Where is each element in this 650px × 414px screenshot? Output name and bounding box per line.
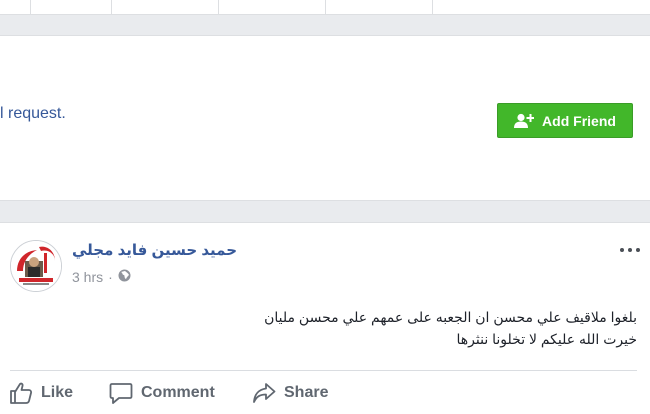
- tab-divider: [30, 0, 31, 14]
- avatar[interactable]: [10, 240, 62, 292]
- add-friend-icon: [514, 113, 535, 129]
- share-icon: [252, 382, 276, 404]
- friend-request-text: l request.: [0, 105, 66, 122]
- comment-icon: [109, 382, 133, 404]
- post-body-line: خيرت الله عليكم لا تخلونا ننثرها: [456, 331, 637, 347]
- action-divider: [10, 370, 637, 371]
- like-label: Like: [41, 384, 74, 401]
- post-options-button[interactable]: [620, 246, 640, 254]
- thumbs-up-icon: [9, 382, 33, 404]
- share-button[interactable]: Share: [252, 380, 328, 406]
- comment-button[interactable]: Comment: [109, 380, 215, 406]
- tab-divider: [432, 0, 433, 14]
- friend-request-card: [0, 82, 650, 201]
- tab-divider: [218, 0, 219, 14]
- profile-tab-strip: [0, 0, 650, 15]
- options-dot: [636, 248, 640, 252]
- dot-separator: ·: [108, 269, 113, 285]
- post-body: بلغوا ملاقيف علي محسن ان الجعبه على عمهم…: [17, 306, 637, 350]
- comment-label: Comment: [141, 384, 215, 401]
- post-author-name[interactable]: حميد حسين فايد مجلي: [72, 241, 237, 259]
- options-dot: [620, 248, 624, 252]
- add-friend-button[interactable]: Add Friend: [497, 103, 633, 138]
- tab-divider: [325, 0, 326, 14]
- globe-icon[interactable]: [118, 269, 131, 285]
- options-dot: [628, 248, 632, 252]
- add-friend-label: Add Friend: [542, 112, 616, 129]
- post-meta: 3 hrs ·: [72, 269, 131, 285]
- tab-divider: [111, 0, 112, 14]
- post-timestamp[interactable]: 3 hrs: [72, 269, 103, 285]
- like-button[interactable]: Like: [9, 380, 73, 406]
- empty-card: [0, 35, 650, 83]
- post-body-line: بلغوا ملاقيف علي محسن ان الجعبه على عمهم…: [264, 309, 637, 325]
- share-label: Share: [284, 384, 329, 401]
